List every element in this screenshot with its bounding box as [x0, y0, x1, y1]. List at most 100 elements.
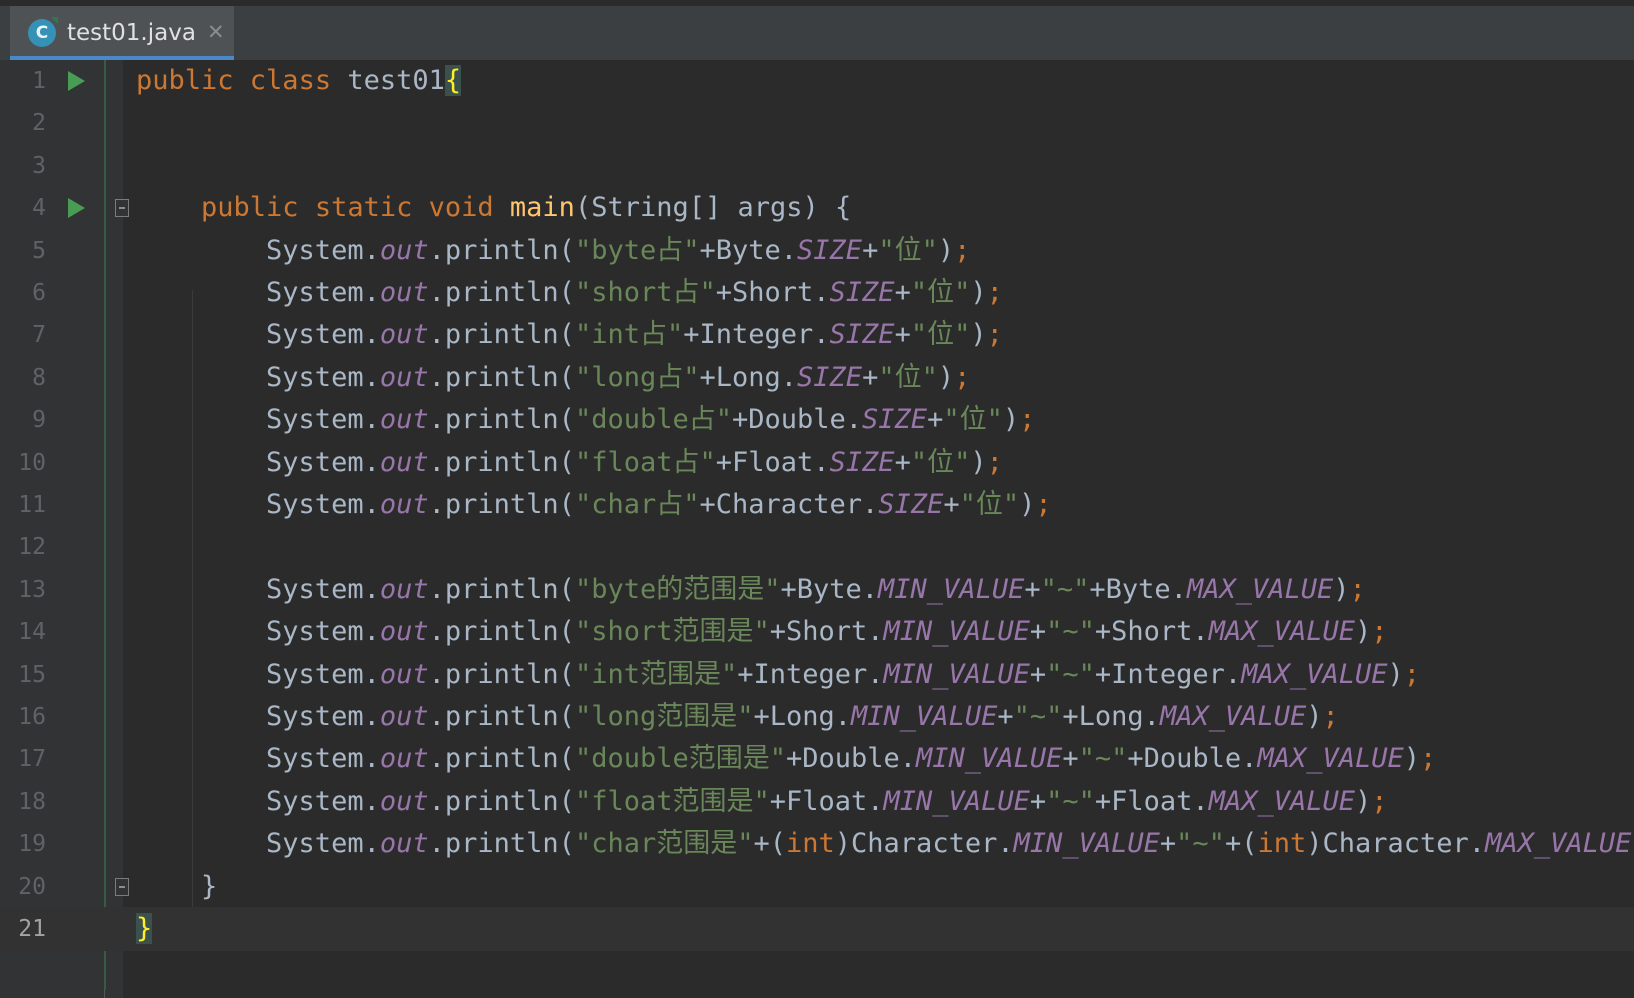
code-line[interactable]: 6 System.out.println("short占"+Short.SIZE…	[0, 271, 1634, 315]
code-line[interactable]: 12	[0, 525, 1634, 569]
keyword-token: class	[249, 65, 348, 96]
close-icon[interactable]: ✕	[207, 18, 225, 46]
keyword-token: public	[201, 192, 315, 224]
line-number: 4	[32, 195, 46, 222]
code-token: +(	[1224, 828, 1258, 860]
code-token: +Character.	[699, 489, 879, 520]
field-token: MIN_VALUE	[883, 658, 1030, 690]
code-token: +	[862, 234, 879, 266]
code-token: )	[1355, 616, 1372, 648]
keyword-token: void	[428, 192, 510, 224]
code-token: System.	[136, 743, 380, 775]
code-token: .println(	[428, 785, 575, 817]
string-literal: "~"	[1046, 658, 1095, 690]
string-literal: "float占"	[574, 446, 716, 478]
field-token: MIN_VALUE	[1013, 828, 1160, 860]
field-token: SIZE	[829, 319, 895, 351]
code-line[interactable]: 4 public static void main(String[] args)…	[0, 186, 1634, 230]
code-text: System.out.println("short范围是"+Short.MIN_…	[136, 610, 1388, 654]
code-line[interactable]: 17 System.out.println("double范围是"+Double…	[0, 737, 1634, 781]
code-line[interactable]: 14 System.out.println("short范围是"+Short.M…	[0, 610, 1634, 654]
code-token: .println(	[428, 743, 575, 775]
code-token: .println(	[428, 701, 575, 732]
field-token: MAX_VALUE	[1241, 658, 1388, 690]
field-token: MAX_VALUE	[1485, 828, 1632, 860]
code-line[interactable]: 18 System.out.println("float范围是"+Float.M…	[0, 780, 1634, 824]
code-token: )Character.	[1306, 828, 1486, 860]
code-line[interactable]: 10 System.out.println("float占"+Float.SIZ…	[0, 441, 1634, 485]
code-text: System.out.println("double占"+Double.SIZE…	[136, 398, 1035, 442]
code-line[interactable]: 7 System.out.println("int占"+Integer.SIZE…	[0, 313, 1634, 357]
code-line[interactable]: 16 System.out.println("long范围是"+Long.MIN…	[0, 695, 1634, 739]
brace-token: }	[136, 913, 153, 944]
keyword-token: ;	[1322, 701, 1339, 732]
field-token: out	[379, 785, 429, 817]
line-number: 1	[32, 68, 46, 94]
code-token: }	[136, 870, 218, 902]
code-line[interactable]: 19 System.out.println("char范围是"+(int)Cha…	[0, 822, 1634, 866]
code-line[interactable]: 3	[0, 144, 1634, 188]
code-line[interactable]: 15 System.out.println("int范围是"+Integer.M…	[0, 653, 1634, 697]
code-token: System.	[136, 361, 380, 393]
code-text: System.out.println("float范围是"+Float.MIN_…	[136, 780, 1388, 824]
tab-label: test01.java	[67, 20, 196, 46]
line-number: 16	[18, 704, 46, 730]
tab-bar-top-edge	[0, 0, 1634, 6]
code-token: +	[894, 319, 911, 351]
line-number: 3	[32, 152, 46, 179]
string-literal: "~"	[1040, 573, 1090, 605]
code-token: (String[] args) {	[574, 192, 852, 224]
brace-token: {	[444, 65, 462, 96]
string-literal: "float范围是"	[574, 785, 770, 817]
code-text: System.out.println("char范围是"+(int)Charac…	[136, 822, 1634, 866]
keyword-token: ;	[1371, 616, 1388, 648]
code-token: System.	[136, 319, 380, 351]
code-text: System.out.println("int占"+Integer.SIZE+"…	[136, 313, 1003, 357]
code-token: +Byte.	[699, 234, 798, 266]
string-literal: "double范围是"	[574, 743, 786, 775]
code-token: +Float.	[715, 446, 830, 478]
line-number: 5	[32, 237, 46, 264]
code-line[interactable]: 8 System.out.println("long占"+Long.SIZE+"…	[0, 356, 1634, 400]
code-token: .println(	[428, 616, 575, 648]
fold-marker-icon[interactable]	[115, 199, 129, 218]
field-token: SIZE	[797, 361, 863, 393]
keyword-token: public	[136, 65, 250, 96]
code-token: +Short.	[715, 277, 830, 308]
string-literal: "~"	[1078, 743, 1128, 775]
code-token: +Byte.	[780, 573, 879, 605]
field-token: MIN_VALUE	[878, 573, 1025, 605]
code-line[interactable]: 21}	[0, 907, 1634, 951]
code-token: )	[1403, 743, 1421, 775]
string-literal: "byte的范围是"	[574, 573, 781, 605]
code-token: +	[894, 277, 911, 308]
keyword-token: ;	[986, 446, 1003, 478]
code-line[interactable]: 1 public class test01{	[0, 59, 1634, 103]
code-editor[interactable]: 1 public class test01{2 3 4 public static v…	[0, 60, 1634, 998]
code-token: )	[1355, 785, 1372, 817]
line-number: 2	[32, 110, 46, 137]
tab-test01-java[interactable]: C test01.java ✕	[10, 6, 234, 60]
code-line[interactable]: 20 }	[0, 865, 1634, 909]
code-line[interactable]: 9 System.out.println("double占"+Double.SI…	[0, 398, 1634, 442]
field-token: SIZE	[829, 277, 895, 308]
string-literal: "byte占"	[574, 234, 700, 266]
line-number: 20	[18, 873, 46, 900]
code-line[interactable]: 11 System.out.println("char占"+Character.…	[0, 483, 1634, 527]
string-literal: "~"	[1013, 701, 1063, 732]
run-gutter-icon[interactable]	[68, 71, 85, 91]
field-token: out	[379, 361, 429, 393]
code-token: System.	[136, 234, 380, 266]
code-line[interactable]: 13 System.out.println("byte的范围是"+Byte.MI…	[0, 568, 1634, 612]
string-literal: "位"	[910, 319, 971, 351]
fold-marker-icon[interactable]	[115, 877, 129, 896]
code-token: +Short.	[769, 616, 884, 648]
code-line[interactable]: 5 System.out.println("byte占"+Byte.SIZE+"…	[0, 229, 1634, 273]
line-number: 19	[18, 831, 46, 858]
code-token: )	[1019, 489, 1036, 520]
run-gutter-icon[interactable]	[68, 198, 85, 219]
code-token: +Integer.	[737, 658, 884, 690]
code-token: .println(	[428, 658, 575, 690]
code-line[interactable]: 2	[0, 101, 1634, 145]
